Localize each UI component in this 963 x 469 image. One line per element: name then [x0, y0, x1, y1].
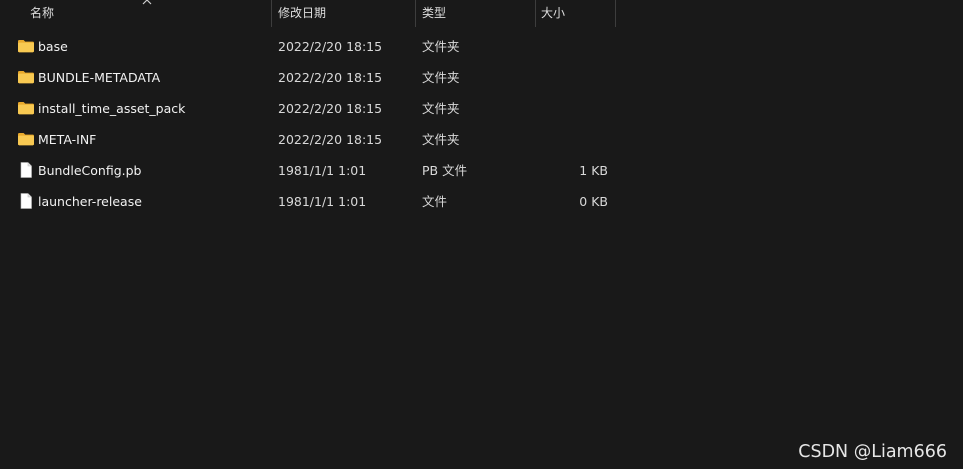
- folder-icon: [18, 40, 34, 53]
- file-name: META-INF: [38, 132, 97, 147]
- file-date: 1981/1/1 1:01: [278, 194, 367, 209]
- sort-ascending-icon[interactable]: [141, 0, 153, 6]
- file-date: 2022/2/20 18:15: [278, 39, 383, 54]
- file-date: 2022/2/20 18:15: [278, 132, 383, 147]
- watermark-text: CSDN @Liam666: [798, 442, 947, 462]
- file-row-bundleconfig-pb[interactable]: BundleConfig.pb 1981/1/1 1:01 PB 文件 1 KB: [0, 155, 640, 186]
- column-header-name[interactable]: 名称: [30, 0, 54, 27]
- file-date: 2022/2/20 18:15: [278, 70, 383, 85]
- folder-icon: [18, 71, 34, 84]
- file-row-meta-inf[interactable]: META-INF 2022/2/20 18:15 文件夹: [0, 124, 640, 155]
- file-type: PB 文件: [422, 163, 468, 178]
- folder-icon: [18, 133, 34, 146]
- column-divider[interactable]: [415, 0, 416, 27]
- file-type: 文件: [422, 194, 448, 209]
- file-type: 文件夹: [422, 132, 460, 147]
- file-type: 文件夹: [422, 39, 460, 54]
- file-size: [540, 93, 608, 124]
- column-divider[interactable]: [535, 0, 536, 27]
- column-divider[interactable]: [271, 0, 272, 27]
- file-row-launcher-release[interactable]: launcher-release 1981/1/1 1:01 文件 0 KB: [0, 186, 640, 217]
- file-row-base[interactable]: base 2022/2/20 18:15 文件夹: [0, 31, 640, 62]
- file-name: launcher-release: [38, 194, 142, 209]
- file-size: [540, 62, 608, 93]
- file-size: [540, 31, 608, 62]
- file-size: 0 KB: [579, 194, 608, 209]
- file-row-bundle-metadata[interactable]: BUNDLE-METADATA 2022/2/20 18:15 文件夹: [0, 62, 640, 93]
- file-name: install_time_asset_pack: [38, 101, 186, 116]
- folder-icon: [18, 102, 34, 115]
- file-row-install-time-asset-pack[interactable]: install_time_asset_pack 2022/2/20 18:15 …: [0, 93, 640, 124]
- file-icon: [20, 193, 32, 209]
- file-name: BundleConfig.pb: [38, 163, 142, 178]
- file-name: base: [38, 39, 68, 54]
- file-type: 文件夹: [422, 70, 460, 85]
- column-header-date[interactable]: 修改日期: [278, 0, 326, 27]
- file-date: 1981/1/1 1:01: [278, 163, 367, 178]
- column-header-bar: 名称 修改日期 类型 大小: [0, 0, 963, 27]
- file-name: BUNDLE-METADATA: [38, 70, 161, 85]
- file-size: [540, 124, 608, 155]
- file-type: 文件夹: [422, 101, 460, 116]
- file-list: base 2022/2/20 18:15 文件夹 BUNDLE-METADATA…: [0, 31, 963, 217]
- column-divider[interactable]: [615, 0, 616, 27]
- file-icon: [20, 162, 32, 178]
- column-header-type[interactable]: 类型: [422, 0, 446, 27]
- file-size: 1 KB: [579, 163, 608, 178]
- column-header-size[interactable]: 大小: [541, 0, 565, 27]
- file-date: 2022/2/20 18:15: [278, 101, 383, 116]
